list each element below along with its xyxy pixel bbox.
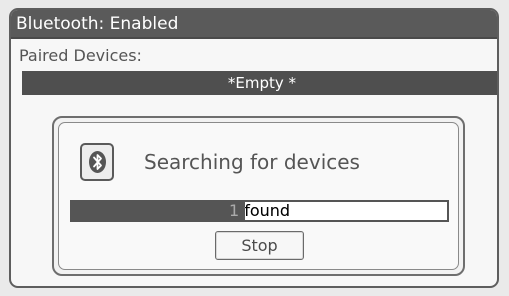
found-count-text: 1 found (228, 201, 291, 220)
bluetooth-icon (80, 143, 114, 181)
searching-message: Searching for devices (144, 150, 360, 174)
search-dialog: Searching for devices 1 found Stop (52, 116, 465, 276)
window-title: Bluetooth: Enabled (16, 14, 179, 34)
stop-button[interactable]: Stop (215, 231, 304, 260)
empty-list-text: *Empty * (227, 74, 297, 92)
search-progress-bar: 1 found (70, 200, 449, 222)
paired-devices-label: Paired Devices: (19, 46, 142, 65)
search-dialog-panel: Searching for devices 1 found Stop (58, 122, 459, 270)
paired-device-list-item[interactable]: *Empty * (22, 71, 497, 95)
bluetooth-window: Bluetooth: Enabled Paired Devices: *Empt… (9, 8, 499, 288)
title-bar: Bluetooth: Enabled (11, 10, 497, 39)
